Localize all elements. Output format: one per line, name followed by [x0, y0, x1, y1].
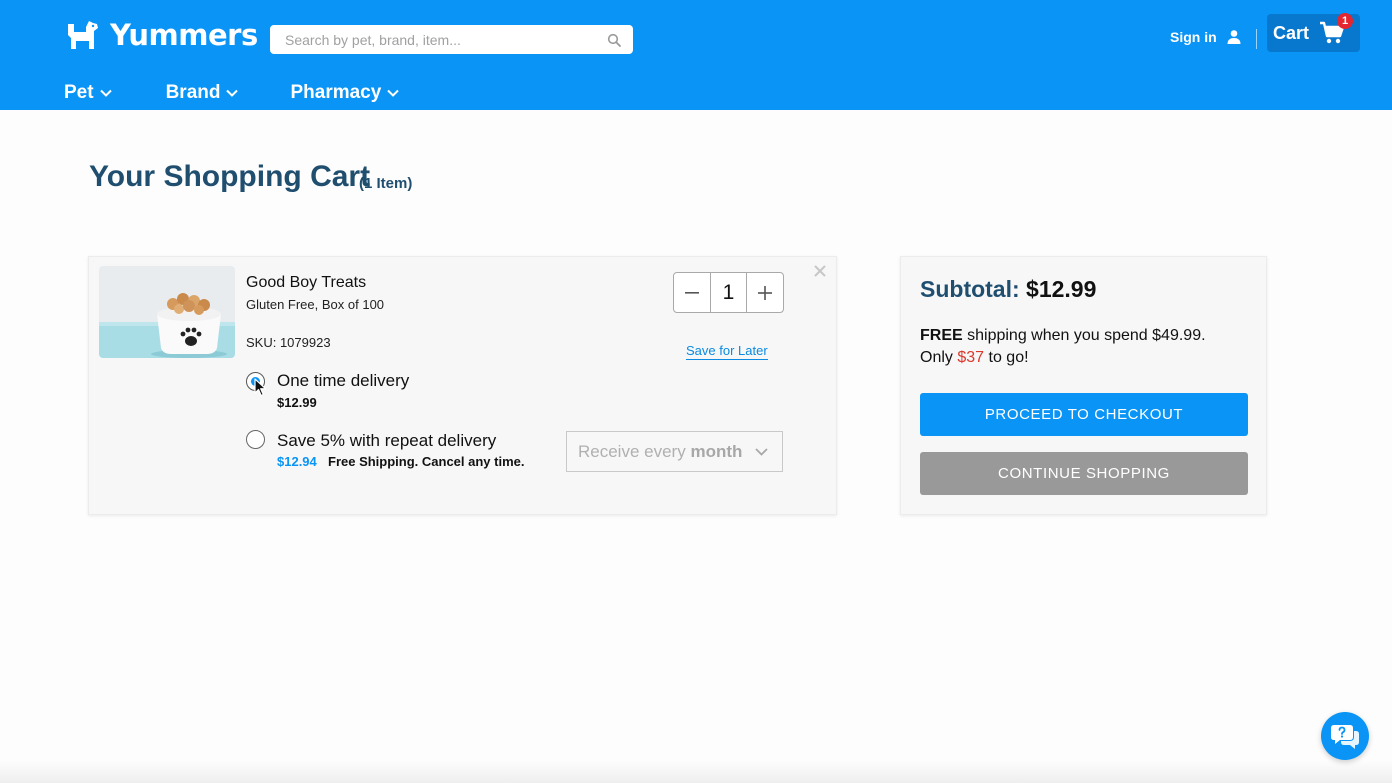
bottom-shadow	[0, 760, 1392, 783]
treat-bowl-image	[99, 266, 235, 358]
free-word: FREE	[920, 327, 963, 344]
to-go-text: to go!	[988, 349, 1029, 366]
page-title: Your Shopping Cart	[89, 160, 371, 193]
chevron-down-icon	[755, 447, 768, 456]
close-icon[interactable]	[812, 263, 828, 279]
nav-item-brand[interactable]: Brand	[166, 82, 239, 104]
chevron-down-icon	[99, 89, 112, 97]
sign-in-label: Sign in	[1170, 29, 1217, 45]
remaining-amount-message: Only $37 to go!	[920, 349, 1029, 367]
item-count: (1 Item)	[359, 175, 413, 192]
repeat-delivery-price: $12.94	[277, 454, 317, 469]
order-summary-card: Subtotal: $12.99 FREE shipping when you …	[900, 256, 1267, 515]
main-nav: Pet Brand Pharmacy	[64, 82, 400, 104]
brand-logo[interactable]: Yummers	[64, 18, 258, 52]
remaining-amount: $37	[957, 349, 985, 366]
shipping-text: shipping when you spend $49.99.	[967, 327, 1206, 344]
continue-shopping-button[interactable]: CONTINUE SHOPPING	[920, 452, 1248, 495]
user-icon	[1227, 30, 1241, 44]
decrease-quantity-button[interactable]	[674, 273, 710, 312]
search-icon[interactable]	[607, 33, 621, 47]
search-input[interactable]	[285, 31, 607, 48]
nav-item-label: Pet	[64, 82, 94, 103]
repeat-delivery-note: Free Shipping. Cancel any time.	[328, 454, 525, 469]
quantity-stepper: 1	[673, 272, 784, 313]
subtotal-label: Subtotal:	[920, 276, 1020, 302]
repeat-delivery-radio[interactable]	[246, 430, 265, 449]
chevron-down-icon	[387, 89, 400, 97]
frequency-prefix: Receive every	[578, 441, 686, 461]
product-variant: Gluten Free, Box of 100	[246, 297, 385, 312]
sign-in-link[interactable]: Sign in	[1170, 29, 1242, 45]
cart-icon-wrap: 1	[1319, 13, 1354, 45]
search-bar[interactable]	[270, 25, 633, 54]
product-sku: SKU: 1079923	[246, 335, 331, 350]
nav-item-label: Brand	[165, 82, 221, 103]
nav-item-pet[interactable]: Pet	[64, 82, 112, 104]
chat-help-icon	[1331, 725, 1359, 749]
plus-icon	[758, 285, 772, 300]
subtotal: Subtotal: $12.99	[920, 276, 1096, 303]
increase-quantity-button[interactable]	[747, 273, 783, 312]
dog-icon	[68, 21, 98, 49]
nav-item-label: Pharmacy	[290, 82, 382, 103]
proceed-to-checkout-button[interactable]: PROCEED TO CHECKOUT	[920, 393, 1248, 436]
frequency-text: Receive every month	[578, 442, 755, 462]
cart-button[interactable]: Cart 1	[1267, 13, 1360, 52]
subtotal-value: $12.99	[1026, 276, 1097, 302]
site-header: Yummers Sign in Cart 1 Pet	[0, 0, 1392, 110]
quantity-value[interactable]: 1	[710, 273, 747, 312]
nav-item-pharmacy[interactable]: Pharmacy	[290, 82, 400, 104]
repeat-delivery-label[interactable]: Save 5% with repeat delivery	[277, 431, 496, 451]
frequency-value: month	[690, 441, 743, 461]
product-name[interactable]: Good Boy Treats	[246, 274, 366, 292]
one-time-delivery-radio[interactable]	[246, 372, 265, 391]
cart-count-badge: 1	[1337, 13, 1354, 29]
brand-name: Yummers	[110, 18, 258, 52]
delivery-frequency-select[interactable]: Receive every month	[566, 431, 783, 472]
minus-icon	[685, 291, 699, 294]
one-time-delivery-price: $12.99	[277, 395, 317, 410]
product-image[interactable]	[99, 266, 235, 358]
only-word: Only	[920, 349, 953, 366]
free-shipping-message: FREE shipping when you spend $49.99.	[920, 327, 1206, 345]
save-for-later-link[interactable]: Save for Later	[686, 343, 768, 360]
cart-label: Cart	[1273, 22, 1310, 43]
one-time-delivery-label[interactable]: One time delivery	[277, 371, 409, 391]
chevron-down-icon	[226, 89, 239, 97]
chat-help-button[interactable]	[1321, 712, 1369, 760]
header-divider	[1256, 29, 1257, 49]
cart-item-card: Good Boy Treats Gluten Free, Box of 100 …	[88, 256, 837, 515]
